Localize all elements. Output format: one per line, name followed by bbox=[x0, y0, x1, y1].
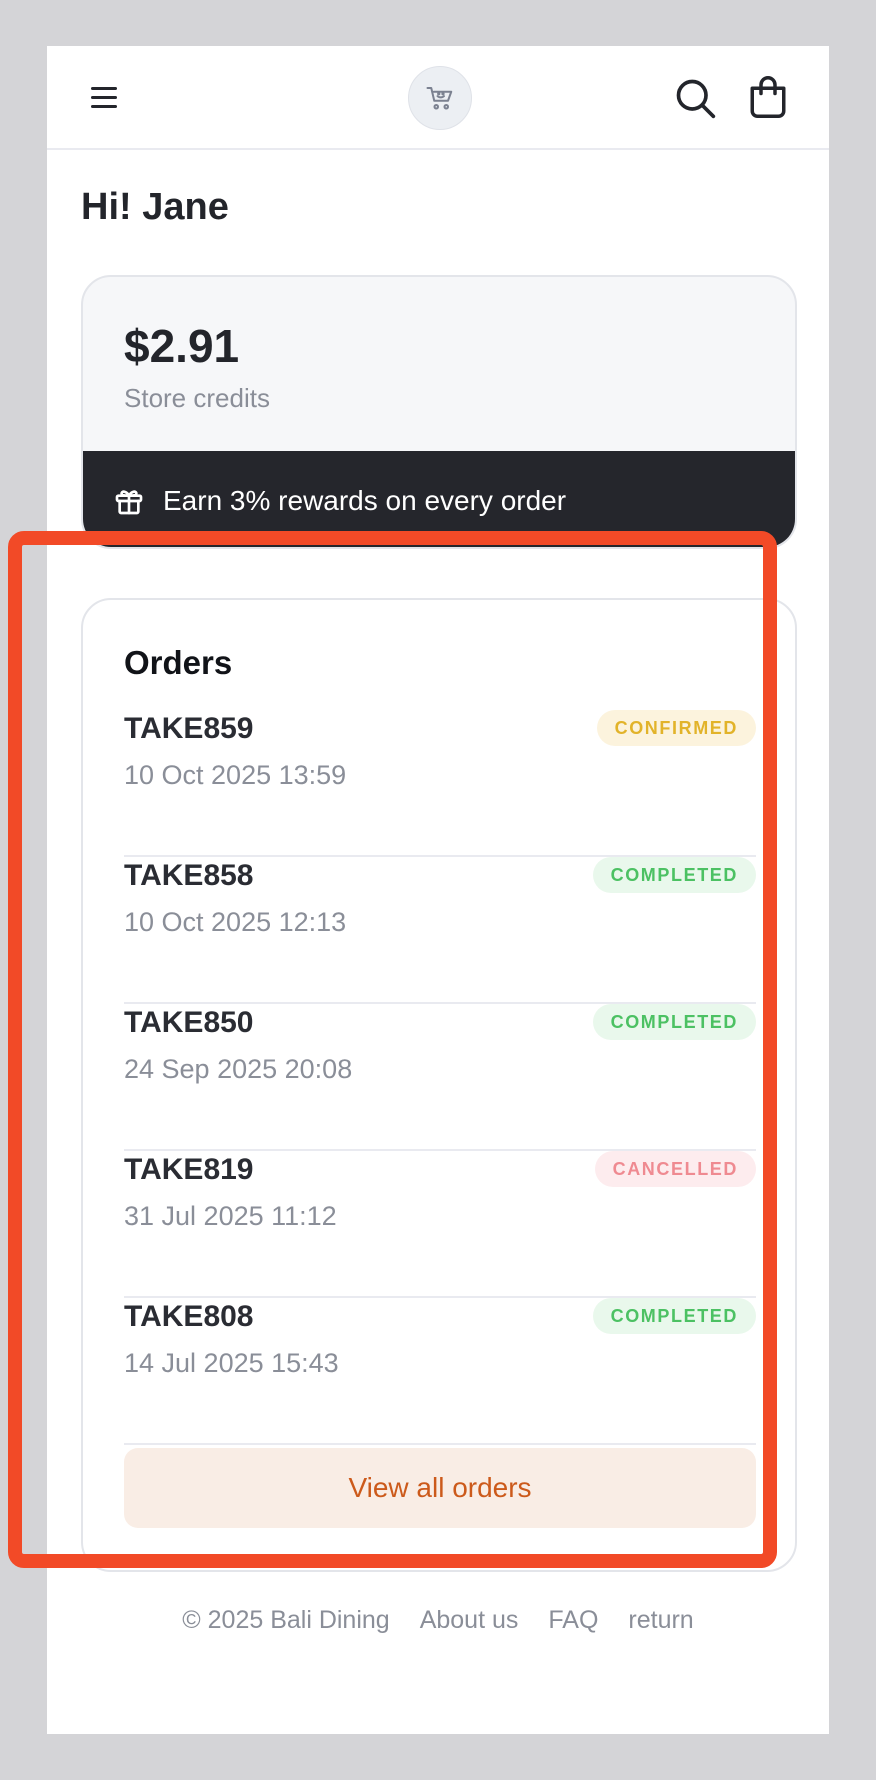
bag-button[interactable] bbox=[747, 74, 789, 120]
footer-link-faq[interactable]: FAQ bbox=[548, 1606, 598, 1635]
cart-logo-icon[interactable] bbox=[408, 66, 472, 130]
search-icon bbox=[676, 79, 716, 119]
footer: © 2025 Bali Dining About us FAQ return bbox=[47, 1606, 829, 1635]
store-credits-card: $2.91 Store credits Earn 3% rewards on e… bbox=[81, 275, 797, 549]
credits-amount: $2.91 bbox=[124, 320, 240, 372]
footer-copyright: © 2025 Bali Dining bbox=[182, 1606, 390, 1634]
device-frame: Hi! Jane $2.91 Store credits Earn 3% rew… bbox=[0, 0, 876, 1780]
footer-link-about[interactable]: About us bbox=[420, 1606, 519, 1635]
shopping-bag-icon bbox=[750, 76, 786, 118]
gift-icon bbox=[115, 490, 143, 515]
search-button[interactable] bbox=[673, 76, 717, 120]
credits-label: Store credits bbox=[124, 383, 270, 413]
greeting-heading: Hi! Jane bbox=[81, 186, 229, 228]
rewards-text: Earn 3% rewards on every order bbox=[163, 485, 567, 516]
top-header bbox=[47, 46, 829, 150]
menu-button[interactable] bbox=[89, 82, 119, 112]
footer-link-return[interactable]: return bbox=[628, 1606, 693, 1635]
hamburger-menu-icon bbox=[91, 87, 117, 90]
highlight-frame bbox=[8, 531, 777, 1568]
